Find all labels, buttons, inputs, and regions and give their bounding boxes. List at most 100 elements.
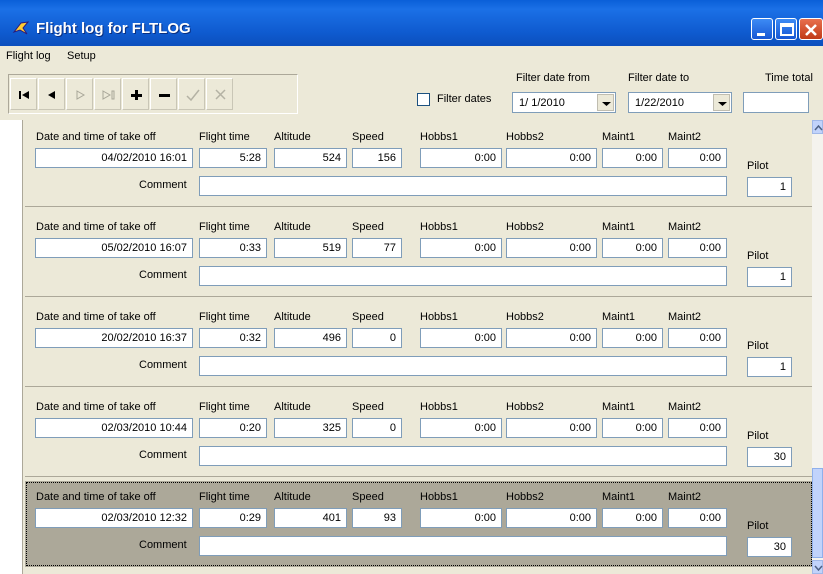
altitude-field[interactable]: 524 bbox=[274, 148, 347, 168]
takeoff-label: Date and time of take off bbox=[36, 311, 156, 323]
altitude-field[interactable]: 401 bbox=[274, 508, 347, 528]
filter-from-select[interactable]: 1/ 1/2010 bbox=[512, 92, 616, 113]
close-icon bbox=[805, 24, 817, 36]
hobbs1-field[interactable]: 0:00 bbox=[420, 418, 502, 438]
post-edit-button[interactable] bbox=[178, 78, 205, 110]
maint2-field[interactable]: 0:00 bbox=[668, 418, 727, 438]
speed-field[interactable]: 77 bbox=[352, 238, 402, 258]
speed-label: Speed bbox=[352, 311, 384, 323]
speed-label: Speed bbox=[352, 401, 384, 413]
flight-record[interactable]: Date and time of take off Flight time Alti… bbox=[25, 121, 813, 207]
hobbs1-label: Hobbs1 bbox=[420, 131, 458, 143]
flight-time-field[interactable]: 0:29 bbox=[199, 508, 267, 528]
pilot-label: Pilot bbox=[747, 250, 769, 262]
pilot-label: Pilot bbox=[747, 520, 769, 532]
comment-field[interactable] bbox=[199, 356, 727, 376]
altitude-field[interactable]: 519 bbox=[274, 238, 347, 258]
vertical-scrollbar[interactable] bbox=[812, 120, 823, 574]
comment-label: Comment bbox=[139, 179, 187, 191]
takeoff-label: Date and time of take off bbox=[36, 131, 156, 143]
plus-icon bbox=[131, 90, 142, 100]
close-button[interactable] bbox=[799, 18, 823, 40]
comment-field[interactable] bbox=[199, 266, 727, 286]
hobbs1-field[interactable]: 0:00 bbox=[420, 238, 502, 258]
menu-flight-log[interactable]: Flight log bbox=[6, 50, 51, 62]
time-total-field[interactable] bbox=[743, 92, 809, 113]
scroll-down-button[interactable] bbox=[812, 560, 823, 574]
takeoff-field[interactable]: 05/02/2010 16:07 bbox=[35, 238, 193, 258]
minimize-button[interactable] bbox=[751, 18, 773, 40]
flight-record[interactable]: Date and time of take off Flight time Alti… bbox=[25, 211, 813, 297]
filter-to-dropdown-button[interactable] bbox=[713, 94, 730, 111]
first-record-button[interactable] bbox=[10, 78, 37, 110]
pilot-field[interactable]: 30 bbox=[747, 447, 792, 467]
pilot-field[interactable]: 30 bbox=[747, 537, 792, 557]
maint1-field[interactable]: 0:00 bbox=[602, 238, 663, 258]
hobbs1-label: Hobbs1 bbox=[420, 311, 458, 323]
flight-time-field[interactable]: 5:28 bbox=[199, 148, 267, 168]
pilot-field[interactable]: 1 bbox=[747, 357, 792, 377]
hobbs2-field[interactable]: 0:00 bbox=[506, 418, 597, 438]
filter-to-select[interactable]: 1/22/2010 bbox=[628, 92, 732, 113]
takeoff-field[interactable]: 04/02/2010 16:01 bbox=[35, 148, 193, 168]
comment-label: Comment bbox=[139, 539, 187, 551]
maint2-field[interactable]: 0:00 bbox=[668, 148, 727, 168]
flight-time-field[interactable]: 0:20 bbox=[199, 418, 267, 438]
title-bar[interactable]: Flight log for FLTLOG bbox=[0, 0, 823, 46]
maint1-field[interactable]: 0:00 bbox=[602, 328, 663, 348]
hobbs2-field[interactable]: 0:00 bbox=[506, 238, 597, 258]
scroll-up-button[interactable] bbox=[812, 120, 823, 134]
pilot-field[interactable]: 1 bbox=[747, 177, 792, 197]
maint2-field[interactable]: 0:00 bbox=[668, 508, 727, 528]
maint2-field[interactable]: 0:00 bbox=[668, 238, 727, 258]
filter-to-label: Filter date to bbox=[628, 72, 690, 84]
hobbs1-field[interactable]: 0:00 bbox=[420, 508, 502, 528]
comment-field[interactable] bbox=[199, 536, 727, 556]
flight-record[interactable]: Date and time of take off Flight time Alti… bbox=[25, 391, 813, 477]
cancel-icon bbox=[215, 89, 226, 100]
hobbs2-label: Hobbs2 bbox=[506, 401, 544, 413]
maint2-label: Maint2 bbox=[668, 311, 702, 323]
altitude-field[interactable]: 325 bbox=[274, 418, 347, 438]
speed-field[interactable]: 0 bbox=[352, 328, 402, 348]
maint2-field[interactable]: 0:00 bbox=[668, 328, 727, 348]
flight-record[interactable]: Date and time of take off Flight time Alti… bbox=[25, 301, 813, 387]
maint2-label: Maint2 bbox=[668, 491, 702, 503]
flight-record[interactable]: Date and time of take off Flight time Alti… bbox=[25, 481, 813, 567]
flight-time-field[interactable]: 0:32 bbox=[199, 328, 267, 348]
next-record-button[interactable] bbox=[66, 78, 93, 110]
delete-record-button[interactable] bbox=[150, 78, 177, 110]
cancel-edit-button[interactable] bbox=[206, 78, 233, 110]
speed-field[interactable]: 156 bbox=[352, 148, 402, 168]
altitude-label: Altitude bbox=[274, 221, 311, 233]
menu-setup[interactable]: Setup bbox=[67, 50, 96, 62]
filter-from-dropdown-button[interactable] bbox=[597, 94, 614, 111]
speed-field[interactable]: 93 bbox=[352, 508, 402, 528]
hobbs1-field[interactable]: 0:00 bbox=[420, 328, 502, 348]
filter-dates-checkbox[interactable] bbox=[417, 93, 430, 106]
toolbar: Filter dates Filter date from 1/ 1/2010 … bbox=[0, 66, 823, 120]
flight-time-field[interactable]: 0:33 bbox=[199, 238, 267, 258]
flight-time-label: Flight time bbox=[199, 491, 250, 503]
scroll-thumb[interactable] bbox=[812, 468, 823, 558]
altitude-field[interactable]: 496 bbox=[274, 328, 347, 348]
maint1-field[interactable]: 0:00 bbox=[602, 148, 663, 168]
hobbs1-field[interactable]: 0:00 bbox=[420, 148, 502, 168]
insert-record-button[interactable] bbox=[122, 78, 149, 110]
maint1-field[interactable]: 0:00 bbox=[602, 418, 663, 438]
last-record-button[interactable] bbox=[94, 78, 121, 110]
takeoff-field[interactable]: 02/03/2010 10:44 bbox=[35, 418, 193, 438]
takeoff-field[interactable]: 20/02/2010 16:37 bbox=[35, 328, 193, 348]
pilot-field[interactable]: 1 bbox=[747, 267, 792, 287]
speed-field[interactable]: 0 bbox=[352, 418, 402, 438]
comment-field[interactable] bbox=[199, 176, 727, 196]
takeoff-field[interactable]: 02/03/2010 12:32 bbox=[35, 508, 193, 528]
prior-record-button[interactable] bbox=[38, 78, 65, 110]
maint1-field[interactable]: 0:00 bbox=[602, 508, 663, 528]
comment-field[interactable] bbox=[199, 446, 727, 466]
speed-label: Speed bbox=[352, 491, 384, 503]
hobbs2-field[interactable]: 0:00 bbox=[506, 508, 597, 528]
hobbs2-field[interactable]: 0:00 bbox=[506, 148, 597, 168]
hobbs2-field[interactable]: 0:00 bbox=[506, 328, 597, 348]
maximize-button[interactable] bbox=[775, 18, 797, 40]
